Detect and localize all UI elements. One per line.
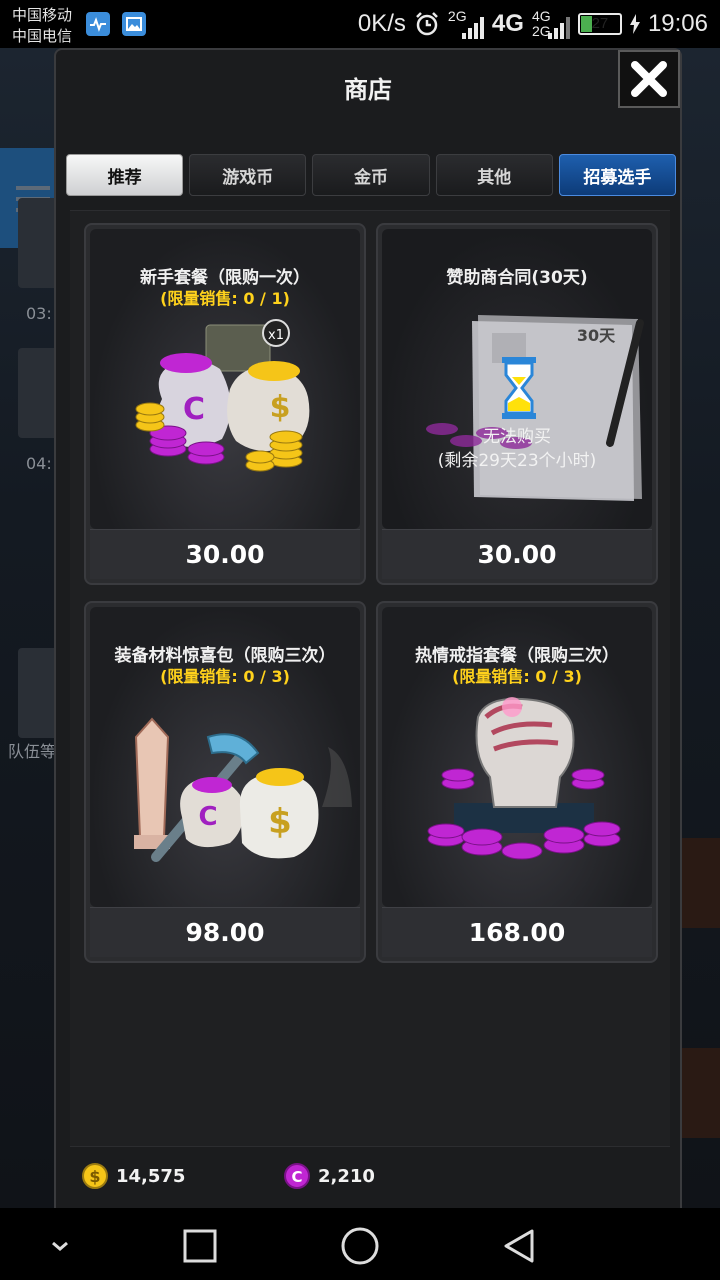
gallery-app-icon xyxy=(122,12,146,36)
tab-gold[interactable]: 金币 xyxy=(312,154,430,196)
background-card xyxy=(18,648,58,738)
shop-dialog: 商店 推荐 游戏币 金币 其他 招募选手 x1 C $ 新手套餐（限购一次） (… xyxy=(54,48,682,1210)
shop-item-equipment-pack[interactable]: C $ 装备材料惊喜包（限购三次） (限量销售: 0 / 3) 98.00 xyxy=(84,601,366,963)
svg-text:$: $ xyxy=(89,1167,100,1186)
health-app-icon xyxy=(86,12,110,36)
carrier-name: 中国移动 xyxy=(12,6,73,24)
gold-balance: $ 14,575 xyxy=(82,1163,185,1189)
tab-recruit-players[interactable]: 招募选手 xyxy=(558,154,677,196)
shop-title: 商店 xyxy=(344,76,392,104)
signal-2g: 2G xyxy=(448,9,484,39)
clock: 19:06 xyxy=(647,10,708,37)
gold-coin-icon: $ xyxy=(82,1163,108,1189)
background-label: 队伍等 xyxy=(8,742,57,761)
home-button[interactable] xyxy=(340,1226,380,1266)
badge-text: 30天 xyxy=(577,326,616,345)
navigation-bar xyxy=(0,1208,720,1280)
tab-other[interactable]: 其他 xyxy=(435,154,553,196)
cash-balance: C 2,210 xyxy=(284,1163,375,1189)
alarm-icon xyxy=(416,12,438,36)
signal-bars-icon xyxy=(547,17,570,39)
back-triangle-icon xyxy=(504,1229,534,1263)
square-icon xyxy=(183,1229,217,1263)
signal-dual: 4G 2G xyxy=(532,9,570,39)
svg-text:C: C xyxy=(183,392,205,427)
item-unavailable-notice: 无法购买 (剩余29天23个小时) xyxy=(378,425,656,473)
item-purchase-limit: (限量销售: 0 / 3) xyxy=(452,667,582,686)
net-type-label: 4G xyxy=(491,10,524,37)
item-price[interactable]: 30.00 xyxy=(90,529,360,579)
item-purchase-limit: (限量销售: 0 / 1) xyxy=(160,289,290,308)
currency-footer: $ 14,575 C 2,210 xyxy=(70,1146,670,1210)
collapse-button[interactable] xyxy=(40,1226,80,1266)
purple-coin-icon: C xyxy=(284,1163,310,1189)
background-label: 04: xyxy=(26,454,52,473)
close-button[interactable] xyxy=(618,50,680,108)
chevron-down-icon xyxy=(52,1241,68,1251)
recents-button[interactable] xyxy=(180,1226,220,1266)
item-name: 赞助商合同(30天) xyxy=(446,268,588,288)
circle-icon xyxy=(341,1227,379,1265)
gold-amount: 14,575 xyxy=(116,1165,186,1187)
shop-item-starter-pack[interactable]: x1 C $ 新手套餐（限购一次） (限量销售: 0 / 1) 30.00 xyxy=(84,223,366,585)
badge-text: x1 xyxy=(268,328,284,343)
tab-game-coins[interactable]: 游戏币 xyxy=(189,154,307,196)
background-card xyxy=(18,198,58,288)
signal-bars-icon xyxy=(461,17,484,39)
background-label: 03: xyxy=(26,304,52,323)
status-indicators: 0K/s 2G 4G 4G 2G 27 19:06 xyxy=(358,8,708,40)
remaining-time: (剩余29天23个小时) xyxy=(437,451,597,471)
tab-recommended[interactable]: 推荐 xyxy=(66,154,184,196)
battery-icon: 27 xyxy=(577,13,622,35)
hourglass-icon xyxy=(502,357,536,419)
item-purchase-limit: (限量销售: 0 / 3) xyxy=(160,667,290,686)
charging-icon xyxy=(629,14,640,34)
item-price[interactable]: 168.00 xyxy=(382,907,652,957)
status-bar: 中国移动 中国电信 0K/s 2G 4G 4G 2G 27 19:06 xyxy=(0,0,720,48)
background-side-panel xyxy=(680,1048,720,1138)
background-card xyxy=(18,348,58,438)
svg-text:C: C xyxy=(198,802,217,832)
background-side-panel xyxy=(680,838,720,928)
unavailable-text: 无法购买 xyxy=(483,427,551,447)
shop-item-passion-ring-pack[interactable]: 热情戒指套餐（限购三次） (限量销售: 0 / 3) 168.00 xyxy=(376,601,658,963)
svg-text:$: $ xyxy=(268,802,292,842)
back-button[interactable] xyxy=(500,1226,540,1266)
carrier-name: 中国电信 xyxy=(12,27,73,45)
cash-amount: 2,210 xyxy=(318,1165,375,1187)
item-price[interactable]: 30.00 xyxy=(382,529,652,579)
svg-text:$: $ xyxy=(270,390,291,425)
shop-item-sponsor-contract[interactable]: 30天 赞助商合同(30天) 无法购买 (剩余29天23个小时) 30.00 xyxy=(376,223,658,585)
item-price[interactable]: 98.00 xyxy=(90,907,360,957)
shop-item-grid: x1 C $ 新手套餐（限购一次） (限量销售: 0 / 1) 30.00 30… xyxy=(70,210,670,1146)
shop-tabs: 推荐 游戏币 金币 其他 招募选手 xyxy=(66,154,677,198)
svg-text:C: C xyxy=(291,1168,302,1186)
net-speed: 0K/s xyxy=(357,10,406,37)
close-icon xyxy=(631,61,667,97)
